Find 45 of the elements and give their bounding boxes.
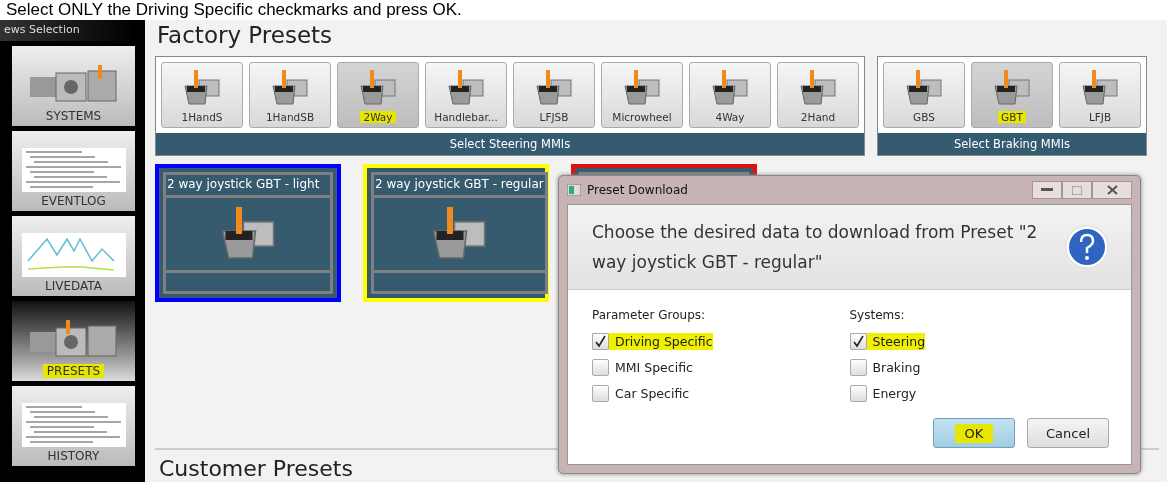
checkbox[interactable]: Car Specific xyxy=(592,385,690,402)
app-icon xyxy=(567,184,581,196)
sidebar-item[interactable]: HISTORY xyxy=(12,386,135,466)
mmi-tile[interactable]: 4Way xyxy=(689,62,771,128)
section-heading: Parameter Groups: xyxy=(592,308,707,322)
mmi-tile[interactable]: Handlebar... xyxy=(425,62,507,128)
minimize-icon xyxy=(1041,188,1053,192)
mmi-tile[interactable]: LFJSB xyxy=(513,62,595,128)
checkmark-icon xyxy=(594,335,607,348)
close-icon xyxy=(1106,185,1118,195)
preset-title: 2 way joystick GBT - light xyxy=(167,177,320,191)
mmi-tile[interactable]: GBS xyxy=(883,62,965,128)
preset-card[interactable]: 2 way joystick GBT - regular xyxy=(363,164,549,302)
mmi-tile[interactable]: 1HandS xyxy=(161,62,243,128)
sidebar-item[interactable]: PRESETS xyxy=(12,301,135,381)
dialog-button[interactable]: OK xyxy=(933,418,1015,448)
sidebar-item[interactable]: EVENTLOG xyxy=(12,131,135,211)
checkmark-icon xyxy=(851,335,865,348)
group-caption: Select Steering MMIs xyxy=(156,133,864,155)
mmi-tile[interactable]: 2Hand xyxy=(777,62,859,128)
sidebar-item[interactable]: LIVEDATA xyxy=(12,216,135,296)
mmi-tile[interactable]: LFJB xyxy=(1059,62,1141,128)
group-caption: Select Braking MMIs xyxy=(878,133,1146,155)
instruction-text: Select ONLY the Driving Specific checkmarks and press OK. xyxy=(0,0,1167,20)
maximize-icon xyxy=(1072,185,1082,195)
help-icon xyxy=(1065,225,1109,269)
preset-title: 2 way joystick GBT - regular xyxy=(375,177,544,191)
section-heading: Systems: xyxy=(849,308,906,322)
sidebar-item[interactable]: SYSTEMS xyxy=(12,46,135,126)
close-button[interactable] xyxy=(1092,181,1132,199)
mmi-tile[interactable]: 2Way xyxy=(337,62,419,128)
mmi-tile[interactable]: Microwheel xyxy=(601,62,683,128)
dialog-button[interactable]: Cancel xyxy=(1027,418,1109,448)
checkbox[interactable]: Steering xyxy=(849,333,926,350)
mmi-tile[interactable]: GBT xyxy=(971,62,1053,128)
dialog-title: Preset Download xyxy=(587,183,688,197)
checkbox[interactable]: Energy xyxy=(849,385,917,402)
checkbox[interactable]: MMI Specific xyxy=(592,359,693,376)
dialog-message: Choose the desired data to download from Preset "2 way joystick GBT - regular" xyxy=(592,221,1039,274)
minimize-button[interactable] xyxy=(1032,181,1062,199)
section-title: Factory Presets xyxy=(157,22,334,48)
mmi-tile[interactable]: 1HandSB xyxy=(249,62,331,128)
checkbox[interactable]: Braking xyxy=(849,359,921,376)
preset-card[interactable]: 2 way joystick GBT - light xyxy=(155,164,341,302)
checkbox[interactable]: Driving Specific xyxy=(592,333,713,350)
